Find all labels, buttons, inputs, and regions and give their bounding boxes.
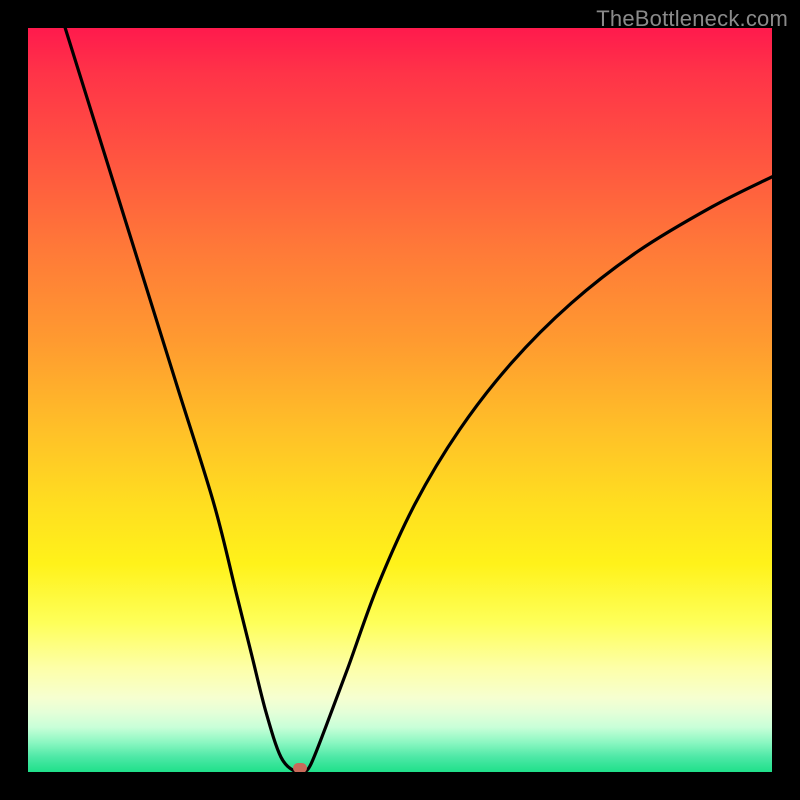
curve-svg [28, 28, 772, 772]
plot-area [28, 28, 772, 772]
bottleneck-curve [65, 28, 772, 772]
minimum-marker [293, 763, 307, 772]
watermark-text: TheBottleneck.com [596, 6, 788, 32]
